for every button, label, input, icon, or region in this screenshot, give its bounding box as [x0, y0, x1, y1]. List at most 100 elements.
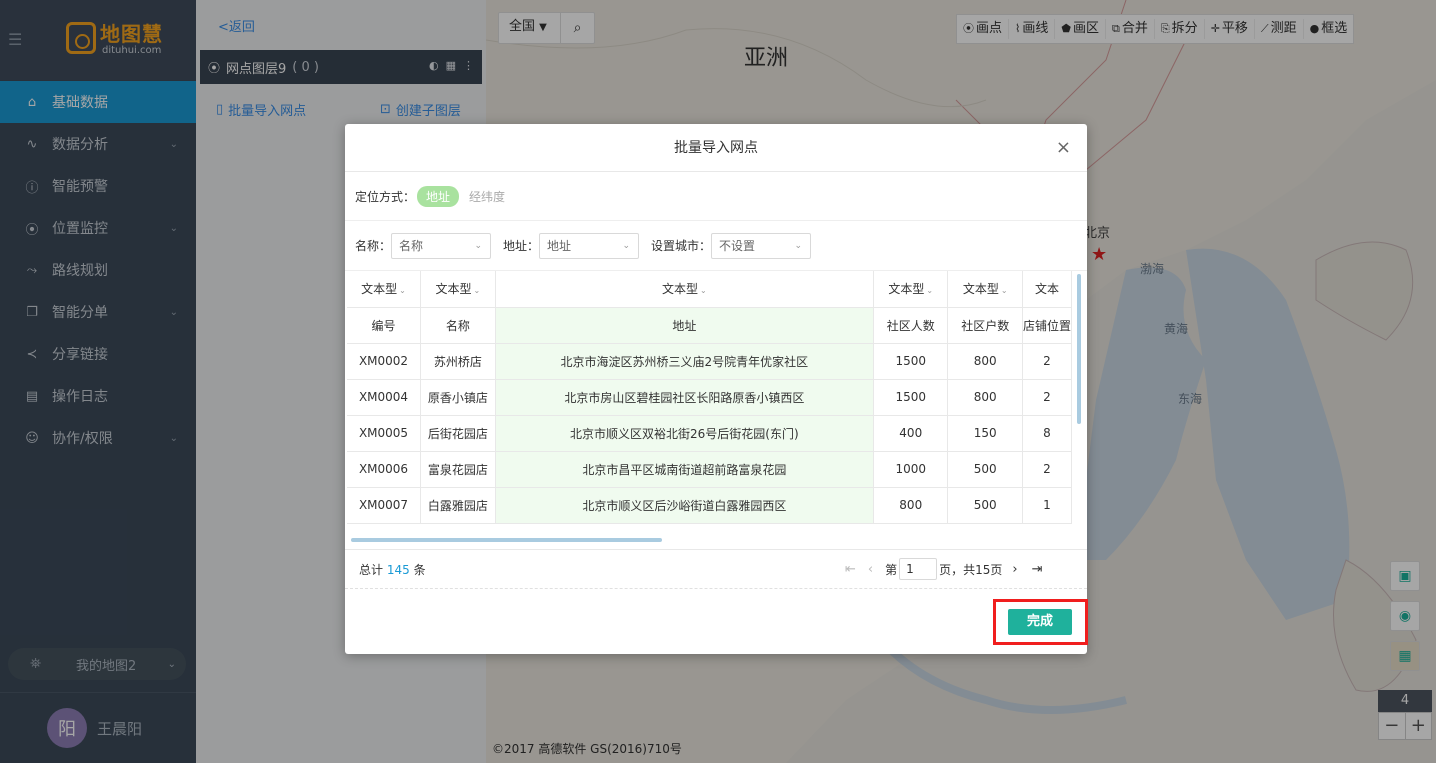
cell-text: 社区户数 — [961, 318, 1010, 333]
cell-text: 地址 — [672, 318, 697, 333]
locate-mode: 定位方式： 地址 经纬度 — [345, 172, 1087, 221]
table-cell: 800 — [947, 379, 1023, 416]
cell-text: XM0002 — [358, 354, 409, 368]
cell-text: 文本型 — [361, 282, 398, 297]
horizontal-scrollbar[interactable] — [351, 538, 662, 542]
cell-text: 文本型 — [888, 282, 925, 297]
name-field-label: 名称： — [355, 239, 392, 253]
locate-address-option[interactable]: 地址 — [417, 185, 460, 207]
table-cell: 2 — [1022, 379, 1072, 416]
table-cell: 北京市海淀区苏州桥三义庙2号院青年优家社区 — [495, 343, 875, 380]
cell-text: 原香小镇店 — [427, 390, 488, 405]
cell-text: 8 — [1043, 426, 1051, 440]
chevron-down-icon: ⌄ — [700, 286, 707, 296]
app-root: ☰ 地图慧 dituhui.com ⌂ 基础数据 ∿ 数据分析 ⌄ ⓘ 智能预警 ⦿ 位置监控 ⌄… — [0, 0, 1436, 763]
cell-text: 编号 — [371, 318, 396, 333]
table-cell: 1 — [1022, 487, 1072, 524]
cell-text: 店铺位置 — [1022, 318, 1071, 333]
cell-text: XM0007 — [358, 498, 409, 512]
cell-text: 400 — [899, 426, 923, 440]
page-number-input[interactable]: 1 — [899, 558, 938, 580]
table-cell: 后街花园店 — [420, 415, 496, 452]
table-cell: 社区户数 — [947, 307, 1023, 344]
table-cell: XM0006 — [347, 451, 421, 488]
table-row: XM0002 苏州桥店 北京市海淀区苏州桥三义庙2号院青年优家社区 1500 800 2 — [347, 343, 1072, 380]
table-row: XM0005 后街花园店 北京市顺义区双裕北街26号后街花园(东门) 400 150 8 — [347, 415, 1072, 452]
cell-text: 800 — [973, 390, 997, 404]
column-type-select[interactable]: 文本型 ⌄ — [347, 271, 421, 308]
column-type-select[interactable]: 文本型 ⌄ — [947, 271, 1023, 308]
column-type-select[interactable]: 文本 — [1022, 271, 1072, 308]
table-cell: 编号 — [347, 307, 421, 344]
total-count: 总计 145 条 — [359, 561, 426, 578]
close-icon[interactable]: × — [1056, 124, 1071, 172]
total-number: 145 — [386, 562, 410, 577]
finish-button[interactable]: 完成 — [1008, 609, 1072, 635]
table-cell: 1500 — [873, 379, 949, 416]
locate-label: 定位方式： — [355, 189, 416, 204]
table-cell: 北京市顺义区双裕北街26号后街花园(东门) — [495, 415, 875, 452]
table-cell: 白露雅园店 — [420, 487, 496, 524]
cell-text: 1500 — [895, 390, 927, 404]
cell-text: 800 — [899, 498, 923, 512]
chevron-down-icon: ⌄ — [794, 240, 803, 251]
cell-text: XM0004 — [358, 390, 409, 404]
chevron-down-icon: ⌄ — [1000, 286, 1008, 296]
pagination: ⇤ ‹ 第 1 页，共15页 › ⇥ — [845, 558, 1043, 580]
table-cell: 150 — [947, 415, 1023, 452]
address-field-select[interactable]: 地址 ⌄ — [539, 232, 640, 259]
prev-page-icon[interactable]: ‹ — [868, 562, 873, 577]
table-cell: 2 — [1022, 343, 1072, 380]
cell-text: XM0006 — [358, 462, 409, 476]
cell-text: 社区人数 — [886, 318, 935, 333]
cell-text: 2 — [1043, 462, 1051, 476]
city-field-value: 不设置 — [719, 239, 756, 253]
cell-text: 北京市顺义区后沙峪街道白露雅园西区 — [582, 498, 787, 513]
table-row: XM0007 白露雅园店 北京市顺义区后沙峪街道白露雅园西区 800 500 1 — [347, 487, 1072, 524]
total-suffix: 条 — [413, 562, 426, 577]
column-type-select[interactable]: 文本型 ⌄ — [420, 271, 496, 308]
address-field-label: 地址： — [503, 239, 540, 253]
city-field-select[interactable]: 不设置 ⌄ — [711, 232, 812, 259]
table-footer: 总计 145 条 ⇤ ‹ 第 1 页，共15页 › ⇥ — [345, 549, 1087, 589]
table-cell: 400 — [873, 415, 949, 452]
column-type-select[interactable]: 文本型 ⌄ — [495, 271, 875, 308]
cell-text: 1 — [1043, 498, 1051, 512]
cell-text: 北京市昌平区城南街道超前路富泉花园 — [582, 462, 787, 477]
table-cell: 店铺位置 — [1022, 307, 1072, 344]
chevron-down-icon: ⌄ — [622, 240, 631, 251]
table-cell: 800 — [873, 487, 949, 524]
finish-highlight: 完成 — [993, 599, 1088, 645]
column-type-select[interactable]: 文本型 ⌄ — [873, 271, 949, 308]
cell-text: 文本 — [1034, 282, 1059, 297]
table-cell: 500 — [947, 487, 1023, 524]
header-row: 编号 名称 地址 社区人数 社区户数 店铺位置 — [347, 307, 1072, 344]
cell-text: 名称 — [445, 318, 470, 333]
chevron-down-icon: ⌄ — [473, 286, 481, 296]
table-cell: 800 — [947, 343, 1023, 380]
cell-text: 2 — [1043, 354, 1051, 368]
table-cell: 1500 — [873, 343, 949, 380]
table-cell: XM0005 — [347, 415, 421, 452]
cell-text: 北京市海淀区苏州桥三义庙2号院青年优家社区 — [560, 354, 809, 369]
cell-text: 800 — [973, 354, 997, 368]
field-mapping: 名称： 名称 ⌄ 地址： 地址 ⌄ 设置城市： 不设置 ⌄ — [345, 221, 1087, 271]
cell-text: 500 — [973, 498, 997, 512]
next-page-icon[interactable]: › — [1012, 562, 1017, 577]
table-cell: 500 — [947, 451, 1023, 488]
cell-text: 1500 — [895, 354, 927, 368]
vertical-scrollbar[interactable] — [1077, 274, 1081, 424]
name-field-select[interactable]: 名称 ⌄ — [391, 232, 492, 259]
table-cell: 北京市顺义区后沙峪街道白露雅园西区 — [495, 487, 875, 524]
first-page-icon[interactable]: ⇤ — [845, 562, 856, 577]
table-cell: XM0004 — [347, 379, 421, 416]
table-cell: 名称 — [420, 307, 496, 344]
city-field-label: 设置城市： — [651, 239, 712, 253]
cell-text: 1000 — [895, 462, 927, 476]
locate-latlng-option[interactable]: 经纬度 — [469, 188, 505, 205]
cell-text: 苏州桥店 — [433, 354, 482, 369]
last-page-icon[interactable]: ⇥ — [1032, 562, 1043, 577]
cell-text: 文本型 — [962, 282, 999, 297]
table-row: XM0004 原香小镇店 北京市房山区碧桂园社区长阳路原香小镇西区 1500 800 2 — [347, 379, 1072, 416]
table-cell: 北京市房山区碧桂园社区长阳路原香小镇西区 — [495, 379, 875, 416]
